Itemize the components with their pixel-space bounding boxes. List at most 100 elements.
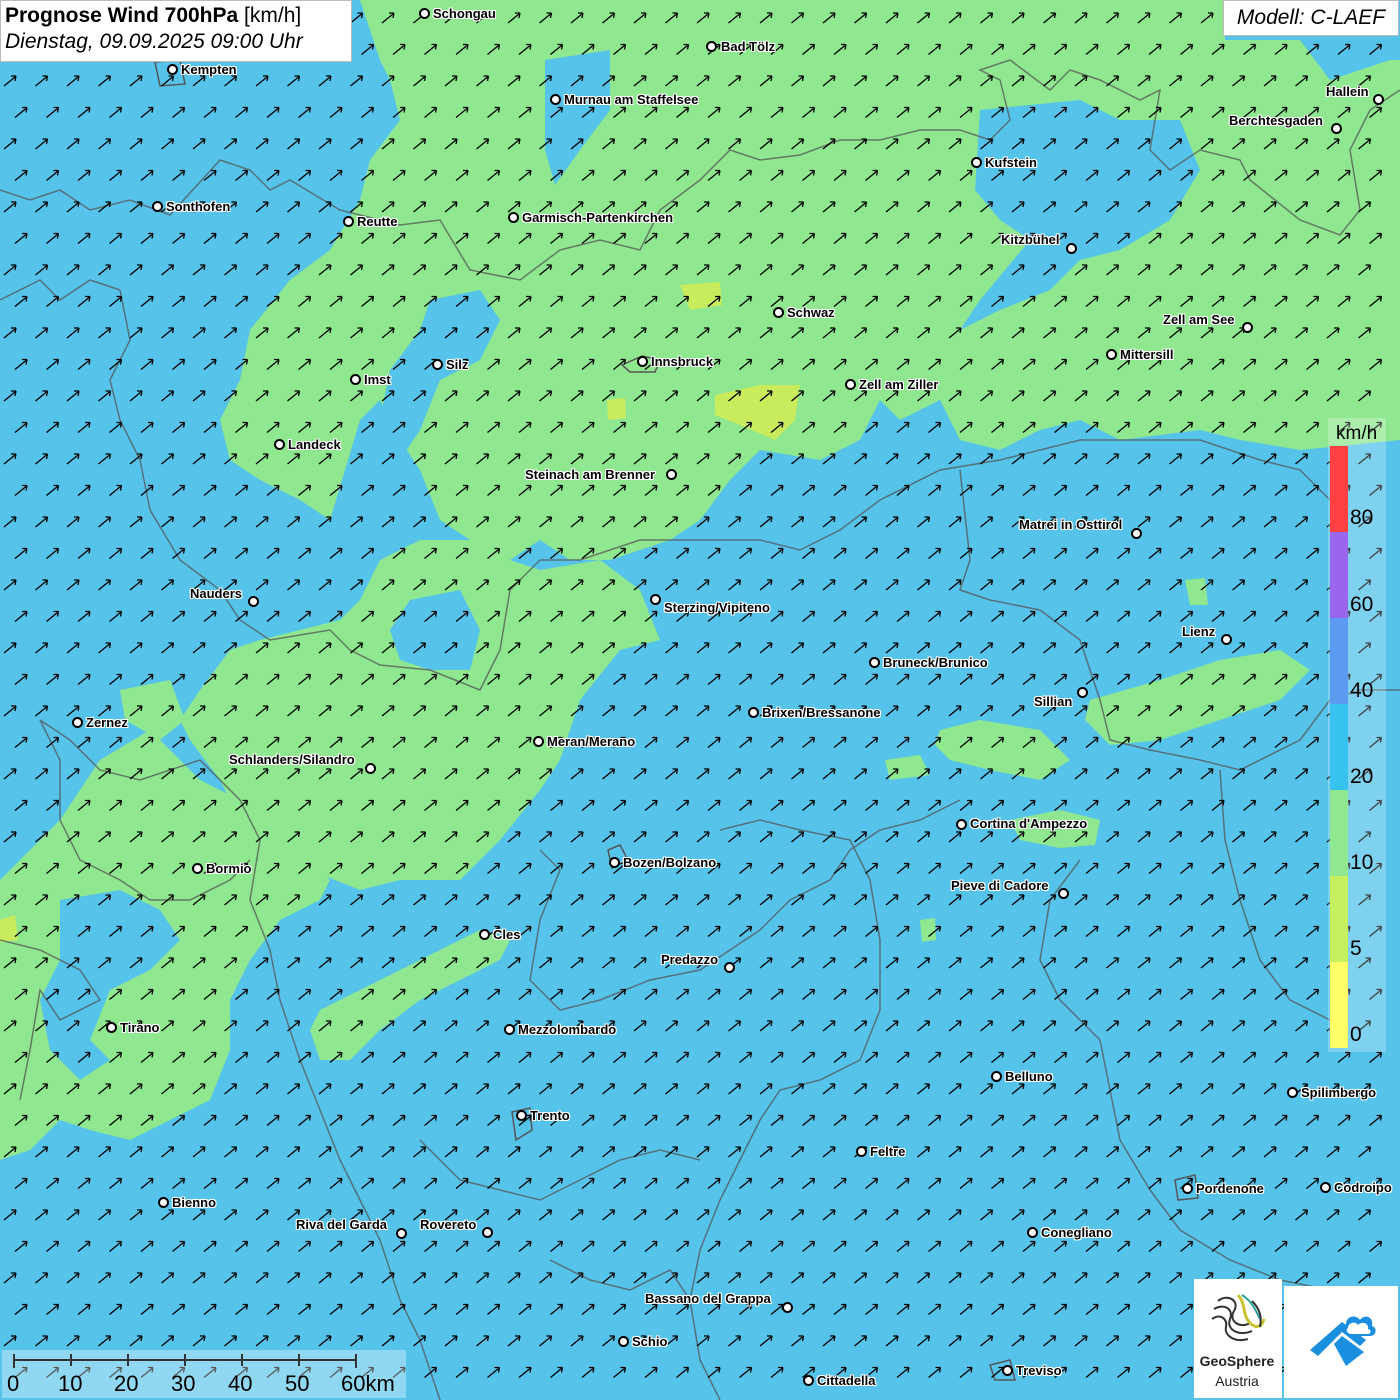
city-marker-imst[interactable] xyxy=(350,374,361,385)
city-label-lienz: Lienz xyxy=(1182,624,1216,639)
legend-swatch xyxy=(1330,446,1348,532)
geosphere-logo[interactable]: GeoSphere Austria xyxy=(1194,1279,1282,1398)
scale-label: 60km xyxy=(341,1371,395,1396)
city-marker-kempten[interactable] xyxy=(167,64,178,75)
map-title-box: Prognose Wind 700hPa [km/h] Dienstag, 09… xyxy=(0,0,352,62)
forecast-datetime: Dienstag, 09.09.2025 09:00 Uhr xyxy=(5,30,303,53)
city-label-brixen-bressanone: Brixen/Bressanone xyxy=(762,705,881,720)
city-marker-silz[interactable] xyxy=(432,359,443,370)
scale-label: 30 xyxy=(171,1371,196,1396)
weather-app-icon xyxy=(1310,1316,1376,1366)
city-marker-feltre[interactable] xyxy=(856,1146,867,1157)
city-marker-mittersill[interactable] xyxy=(1106,349,1117,360)
city-label-landeck: Landeck xyxy=(288,437,341,452)
legend-swatch xyxy=(1330,532,1348,618)
city-marker-treviso[interactable] xyxy=(1002,1365,1013,1376)
city-label-murnau-am-staffelsee: Murnau am Staffelsee xyxy=(564,92,699,107)
city-marker-schlanders-silandro[interactable] xyxy=(365,763,376,774)
city-marker-bormio[interactable] xyxy=(192,863,203,874)
city-label-rovereto: Rovereto xyxy=(420,1217,477,1232)
city-marker-reutte[interactable] xyxy=(343,216,354,227)
city-marker-belluno[interactable] xyxy=(991,1071,1002,1082)
city-marker-brixen-bressanone[interactable] xyxy=(748,707,759,718)
city-marker-mezzolombardo[interactable] xyxy=(504,1024,515,1035)
city-marker-meran-merano[interactable] xyxy=(533,736,544,747)
city-label-mezzolombardo: Mezzolombardo xyxy=(518,1022,617,1037)
legend-tick-label: 40 xyxy=(1350,679,1374,702)
city-marker-bassano-del-grappa[interactable] xyxy=(782,1302,793,1313)
city-marker-steinach-am-brenner[interactable] xyxy=(666,469,677,480)
city-marker-berchtesgaden[interactable] xyxy=(1331,123,1342,134)
city-label-sillian: Sillian xyxy=(1034,694,1073,709)
app-logo[interactable] xyxy=(1284,1286,1398,1398)
city-marker-cles[interactable] xyxy=(479,929,490,940)
legend-unit: km/h xyxy=(1336,423,1378,444)
city-label-imst: Imst xyxy=(364,372,391,387)
city-marker-trento[interactable] xyxy=(516,1110,527,1121)
city-marker-zell-am-ziller[interactable] xyxy=(845,379,856,390)
city-marker-rovereto[interactable] xyxy=(482,1227,493,1238)
city-label-innsbruck: Innsbruck xyxy=(651,354,714,369)
scale-label: 20 xyxy=(114,1371,139,1396)
map-view[interactable]: Prognose Wind 700hPa [km/h] Dienstag, 09… xyxy=(0,0,1400,1400)
city-marker-cortina-d-ampezzo[interactable] xyxy=(956,819,967,830)
city-label-sonthofen: Sonthofen xyxy=(166,199,231,214)
city-marker-innsbruck[interactable] xyxy=(637,356,648,367)
city-marker-landeck[interactable] xyxy=(274,439,285,450)
city-marker-kitzb-hel[interactable] xyxy=(1066,243,1077,254)
city-marker-cittadella[interactable] xyxy=(803,1375,814,1386)
city-marker-zell-am-see[interactable] xyxy=(1242,322,1253,333)
legend-tick-label: 60 xyxy=(1350,593,1374,616)
city-label-bad-t-lz: Bad Tölz xyxy=(721,39,776,54)
city-label-spilimbergo: Spilimbergo xyxy=(1301,1085,1377,1100)
city-label-pieve-di-cadore: Pieve di Cadore xyxy=(951,878,1049,893)
city-marker-pieve-di-cadore[interactable] xyxy=(1058,888,1069,899)
city-label-nauders: Nauders xyxy=(190,586,243,601)
city-marker-hallein[interactable] xyxy=(1373,94,1384,105)
city-label-steinach-am-brenner: Steinach am Brenner xyxy=(525,467,656,482)
city-label-kitzb-hel: Kitzbühel xyxy=(1001,232,1060,247)
geosphere-icon xyxy=(1211,1293,1266,1341)
city-label-schongau: Schongau xyxy=(433,6,496,21)
city-marker-murnau-am-staffelsee[interactable] xyxy=(550,94,561,105)
city-label-schwaz: Schwaz xyxy=(787,305,835,320)
city-marker-matrei-in-osttirol[interactable] xyxy=(1131,528,1142,539)
city-marker-schio[interactable] xyxy=(618,1336,629,1347)
city-marker-schwaz[interactable] xyxy=(773,307,784,318)
city-label-zernez: Zernez xyxy=(86,715,128,730)
city-marker-nauders[interactable] xyxy=(248,596,259,607)
city-label-kempten: Kempten xyxy=(181,62,237,77)
city-marker-bad-t-lz[interactable] xyxy=(706,41,717,52)
city-label-trento: Trento xyxy=(530,1108,570,1123)
city-label-predazzo: Predazzo xyxy=(661,952,719,967)
city-marker-spilimbergo[interactable] xyxy=(1287,1087,1298,1098)
city-marker-schongau[interactable] xyxy=(419,8,430,19)
city-label-bienno: Bienno xyxy=(172,1195,217,1210)
city-marker-kufstein[interactable] xyxy=(971,157,982,168)
city-marker-bozen-bolzano[interactable] xyxy=(609,857,620,868)
model-label: Modell: C-LAEF xyxy=(1223,0,1399,36)
city-marker-sillian[interactable] xyxy=(1077,687,1088,698)
city-marker-lienz[interactable] xyxy=(1221,634,1232,645)
city-marker-predazzo[interactable] xyxy=(724,962,735,973)
city-marker-codroipo[interactable] xyxy=(1320,1182,1331,1193)
legend-tick-label: 5 xyxy=(1350,937,1362,960)
city-marker-sterzing-vipiteno[interactable] xyxy=(650,594,661,605)
city-marker-riva-del-garda[interactable] xyxy=(396,1228,407,1239)
city-marker-tirano[interactable] xyxy=(106,1022,117,1033)
city-label-pordenone: Pordenone xyxy=(1196,1181,1264,1196)
city-label-feltre: Feltre xyxy=(870,1144,906,1159)
city-label-bozen-bolzano: Bozen/Bolzano xyxy=(623,855,717,870)
city-marker-pordenone[interactable] xyxy=(1182,1183,1193,1194)
city-marker-bruneck-brunico[interactable] xyxy=(869,657,880,668)
city-label-codroipo: Codroipo xyxy=(1334,1180,1392,1195)
city-label-cles: Cles xyxy=(493,927,521,942)
city-label-schlanders-silandro: Schlanders/Silandro xyxy=(229,752,355,767)
city-marker-garmisch-partenkirchen[interactable] xyxy=(508,212,519,223)
city-marker-bienno[interactable] xyxy=(158,1197,169,1208)
city-marker-zernez[interactable] xyxy=(72,717,83,728)
city-label-cortina-d-ampezzo: Cortina d'Ampezzo xyxy=(970,816,1088,831)
city-marker-conegliano[interactable] xyxy=(1027,1227,1038,1238)
city-label-kufstein: Kufstein xyxy=(985,155,1037,170)
city-marker-sonthofen[interactable] xyxy=(152,201,163,212)
